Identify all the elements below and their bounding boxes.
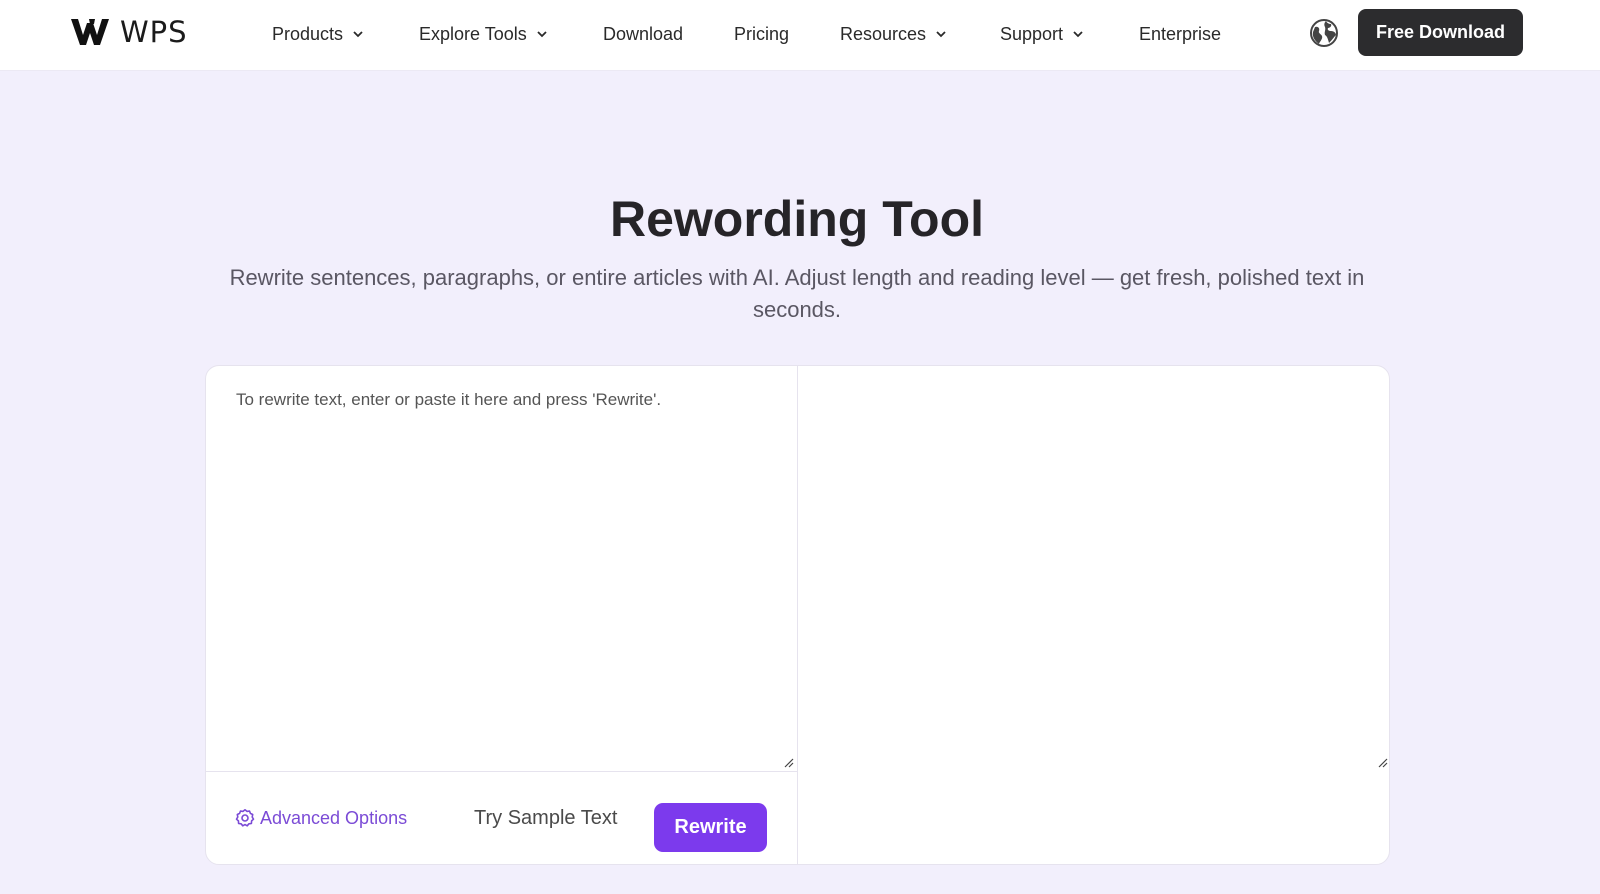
nav-products[interactable]: Products (272, 20, 365, 48)
try-sample-text-button[interactable]: Try Sample Text (474, 803, 617, 833)
output-pane (798, 366, 1389, 771)
advanced-options-button[interactable]: Advanced Options (235, 806, 407, 830)
nav-resources-label: Resources (840, 23, 927, 44)
nav-explore-tools[interactable]: Explore Tools (419, 20, 549, 48)
nav-support[interactable]: Support (1000, 20, 1085, 48)
site-header: WPS Products Explore Tools Download Pric… (0, 0, 1600, 71)
nav-pricing[interactable]: Pricing (734, 20, 789, 48)
rewrite-button[interactable]: Rewrite (654, 803, 767, 852)
input-pane (206, 366, 798, 771)
nav-resources[interactable]: Resources (840, 20, 948, 48)
nav-download-label: Download (603, 23, 684, 44)
chevron-down-icon (537, 31, 547, 38)
nav-enterprise[interactable]: Enterprise (1139, 20, 1221, 48)
nav-explore-tools-label: Explore Tools (419, 23, 527, 44)
page-subtitle: Rewrite sentences, paragraphs, or entire… (229, 265, 1365, 322)
chevron-down-icon (353, 31, 363, 38)
nav-support-label: Support (1000, 23, 1064, 44)
nav-enterprise-label: Enterprise (1139, 23, 1222, 44)
resize-handle-icon[interactable] (1376, 756, 1388, 768)
nav-products-label: Products (272, 23, 344, 44)
input-footer: Advanced Options Try Sample Text Rewrite (206, 771, 798, 864)
resize-handle-icon[interactable] (782, 756, 794, 768)
gear-icon (235, 809, 255, 827)
chevron-down-icon (1073, 31, 1083, 38)
advanced-options-label: Advanced Options (260, 807, 408, 828)
page-title: Rewording Tool (609, 191, 985, 247)
chevron-down-icon (936, 31, 946, 38)
output-textarea[interactable] (798, 366, 1389, 771)
free-download-button[interactable]: Free Download (1358, 9, 1523, 56)
output-footer (798, 771, 1389, 864)
globe-icon[interactable] (1309, 18, 1339, 48)
rewording-tool-panel: Advanced Options Try Sample Text Rewrite (205, 365, 1390, 865)
nav-download[interactable]: Download (603, 20, 683, 48)
nav-pricing-label: Pricing (734, 23, 790, 44)
input-textarea[interactable] (206, 366, 797, 771)
